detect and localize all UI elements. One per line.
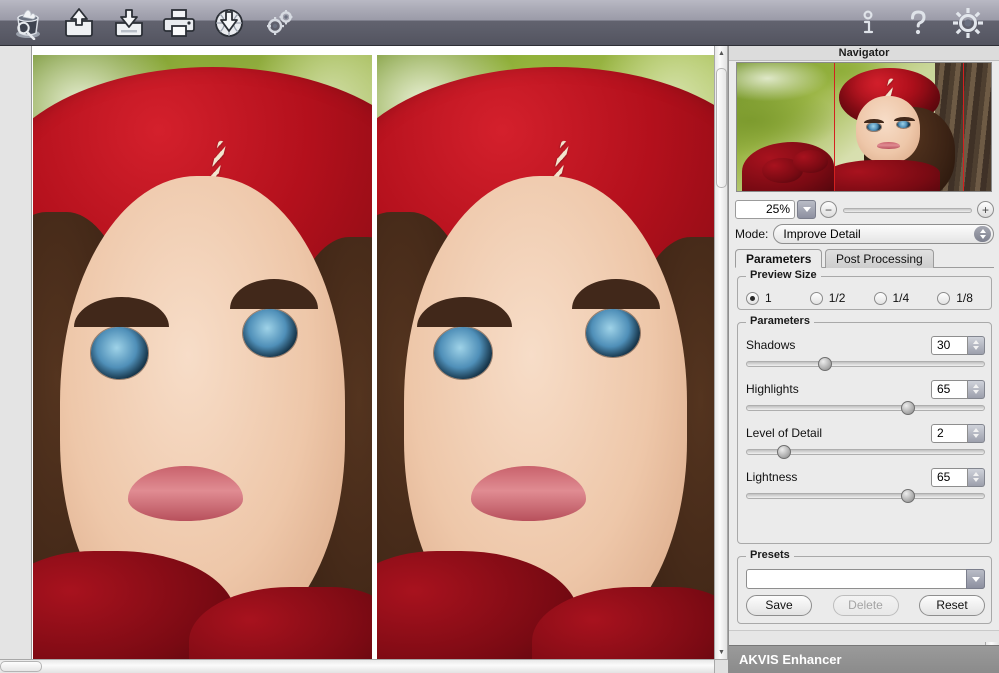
- parameter-slider-highlights[interactable]: [746, 401, 985, 415]
- scroll-up-icon[interactable]: ▲: [715, 46, 728, 60]
- parameter-label-highlights: Highlights: [746, 382, 931, 396]
- zoom-dropdown-button[interactable]: [797, 200, 816, 219]
- save-image-button[interactable]: [104, 0, 154, 46]
- vertical-scroll-thumb[interactable]: [716, 68, 727, 188]
- mode-row: Mode: Improve Detail: [735, 223, 994, 245]
- open-image-button[interactable]: [54, 0, 104, 46]
- parameter-shadows: Shadows 30: [746, 335, 985, 371]
- navigator-preview-image: [737, 63, 991, 191]
- preview-size-option-1[interactable]: 1: [738, 288, 802, 308]
- settings-panel: Navigator: [728, 46, 999, 673]
- parameter-stepper-lightness[interactable]: [968, 468, 985, 487]
- chevron-down-icon: [803, 207, 811, 212]
- image-canvas[interactable]: [32, 46, 714, 660]
- preview-size-label-1: 1: [765, 291, 772, 305]
- delete-preset-button: Delete: [833, 595, 899, 616]
- zoom-slider-track[interactable]: [843, 208, 972, 213]
- app-logo-icon: [4, 0, 54, 46]
- slider-knob[interactable]: [818, 357, 832, 371]
- before-image[interactable]: [33, 55, 372, 660]
- workspace-vertical-scrollbar[interactable]: ▲ ▼: [714, 46, 728, 659]
- radio-icon[interactable]: [746, 292, 759, 305]
- reset-preset-button[interactable]: Reset: [919, 595, 985, 616]
- scrollbar-corner: [714, 659, 728, 673]
- main-toolbar: [0, 0, 999, 46]
- parameter-slider-shadows[interactable]: [746, 357, 985, 371]
- mode-stepper-icon[interactable]: [974, 226, 991, 242]
- presets-legend: Presets: [746, 549, 794, 561]
- status-bar: AKVIS Enhancer: [729, 645, 999, 673]
- zoom-controls: 25% − +: [735, 199, 994, 221]
- preview-size-label-2: 1/2: [829, 291, 846, 305]
- parameter-input-highlights[interactable]: 65: [931, 380, 968, 399]
- scroll-down-icon[interactable]: ▼: [715, 645, 728, 659]
- parameter-level-of-detail: Level of Detail 2: [746, 423, 985, 459]
- parameter-label-level-of-detail: Level of Detail: [746, 426, 931, 440]
- radio-icon[interactable]: [810, 292, 823, 305]
- parameter-highlights: Highlights 65: [746, 379, 985, 415]
- preview-size-label-4: 1/4: [893, 291, 910, 305]
- chevron-down-icon: [972, 577, 980, 582]
- parameters-group: Parameters Shadows 30 Highlights 65: [737, 322, 992, 544]
- slider-knob[interactable]: [901, 401, 915, 415]
- parameter-input-lightness[interactable]: 65: [931, 468, 968, 487]
- parameters-legend: Parameters: [746, 315, 814, 327]
- about-button[interactable]: [843, 0, 893, 46]
- parameter-label-shadows: Shadows: [746, 338, 931, 352]
- toolbar-left-group: [4, 0, 304, 46]
- presets-combobox[interactable]: [746, 569, 985, 589]
- parameter-slider-level-of-detail[interactable]: [746, 445, 985, 459]
- radio-icon[interactable]: [937, 292, 950, 305]
- slider-knob[interactable]: [777, 445, 791, 459]
- presets-group: Presets Save Delete Reset: [737, 556, 992, 624]
- mode-selected-value: Improve Detail: [783, 227, 860, 241]
- radio-icon[interactable]: [874, 292, 887, 305]
- preview-size-legend: Preview Size: [746, 269, 821, 281]
- application-window: ▲ ▼ Navigator: [0, 0, 999, 673]
- batch-processing-button[interactable]: [254, 0, 304, 46]
- zoom-in-button[interactable]: +: [977, 201, 994, 218]
- preview-size-label-8: 1/8: [956, 291, 973, 305]
- run-button[interactable]: [204, 0, 254, 46]
- parameter-stepper-highlights[interactable]: [968, 380, 985, 399]
- navigator-thumbnail[interactable]: [736, 62, 992, 192]
- image-workspace[interactable]: [0, 46, 728, 673]
- preview-size-option-2[interactable]: 1/2: [802, 288, 866, 308]
- status-bar-text: AKVIS Enhancer: [739, 652, 842, 667]
- parameter-label-lightness: Lightness: [746, 470, 931, 484]
- parameter-input-shadows[interactable]: 30: [931, 336, 968, 355]
- after-image[interactable]: [377, 55, 714, 660]
- mode-label: Mode:: [735, 227, 768, 241]
- preview-size-options: 1 1/2 1/4 1/8: [738, 288, 993, 308]
- navigator-title: Navigator: [729, 46, 999, 61]
- save-preset-button[interactable]: Save: [746, 595, 812, 616]
- parameter-stepper-shadows[interactable]: [968, 336, 985, 355]
- preview-size-option-4[interactable]: 1/4: [866, 288, 930, 308]
- workspace-left-gutter: [0, 46, 32, 660]
- preview-size-group: Preview Size 1 1/2 1/4 1/8: [737, 276, 992, 310]
- preview-size-option-8[interactable]: 1/8: [929, 288, 993, 308]
- workspace-horizontal-scrollbar[interactable]: [0, 659, 714, 673]
- parameter-slider-lightness[interactable]: [746, 489, 985, 503]
- panel-tabs: Parameters Post Processing: [735, 249, 994, 268]
- help-button[interactable]: [893, 0, 943, 46]
- toolbar-right-group: [843, 0, 993, 46]
- horizontal-scroll-thumb[interactable]: [0, 661, 42, 672]
- mode-select[interactable]: Improve Detail: [773, 224, 994, 244]
- preferences-button[interactable]: [943, 0, 993, 46]
- zoom-value-input[interactable]: 25%: [735, 200, 795, 219]
- parameter-stepper-level-of-detail[interactable]: [968, 424, 985, 443]
- zoom-out-button[interactable]: −: [820, 201, 837, 218]
- tab-parameters[interactable]: Parameters: [735, 249, 822, 268]
- parameter-lightness: Lightness 65: [746, 467, 985, 503]
- presets-buttons: Save Delete Reset: [746, 595, 985, 616]
- presets-dropdown-button[interactable]: [966, 569, 985, 589]
- slider-knob[interactable]: [901, 489, 915, 503]
- parameter-input-level-of-detail[interactable]: 2: [931, 424, 968, 443]
- tab-post-processing[interactable]: Post Processing: [825, 249, 934, 268]
- print-image-button[interactable]: [154, 0, 204, 46]
